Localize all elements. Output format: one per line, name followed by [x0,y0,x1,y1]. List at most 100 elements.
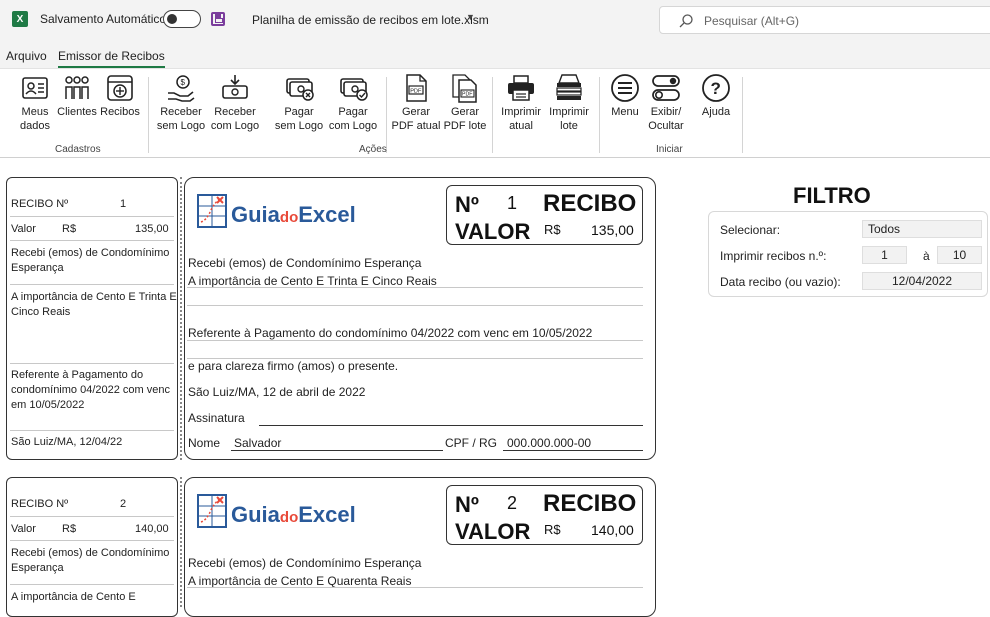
group-label-iniciar: Iniciar [656,144,683,155]
signature-line [259,425,643,426]
group-label-cadastros: Cadastros [55,144,101,155]
pay-money-icon [286,78,314,101]
tab-emissor-de-recibos[interactable]: Emissor de Recibos [58,49,165,68]
group-label-acoes: Ações [359,144,387,155]
stub-recebi-line2: Esperança [11,562,64,574]
referente-text: Referente à Pagamento do condomínimo 04/… [188,326,593,340]
stub-numero: 2 [120,498,127,510]
receber-com-logo-button[interactable]: Receber com Logo [208,73,262,133]
valor-amount: 140,00 [591,522,634,538]
stub-importancia-line1: A importância de Cento E [11,591,136,603]
stub-valor: 135,00 [135,223,169,235]
guia-do-excel-logo: GuiadoExcel [197,190,387,238]
exibir-ocultar-button[interactable]: Exibir/ Ocultar [646,73,686,133]
toggle-icon [652,75,680,101]
selecionar-label: Selecionar: [720,223,781,237]
menu-label: Menu [611,106,639,118]
gerar-pdf-atual-button[interactable]: PDF Gerar PDF atual [390,73,442,133]
gerar-pdf-lote-button[interactable]: PDF Gerar PDF lote [442,73,488,133]
people-icon [65,76,89,99]
pdf-icon: PDF [406,74,427,102]
logo-text-excel: Excel [298,202,356,227]
menu-icon [611,74,639,102]
imprimir-label: Imprimir recibos n.º: [720,249,827,263]
ajuda-button[interactable]: ? Ajuda [696,73,736,119]
receipt-number: 2 [507,493,518,513]
meus-dados-button[interactable]: Meus dados [14,73,56,133]
stub-recebi-line1: Recebi (emos) de Condomínimo [11,247,170,259]
menu-button[interactable]: Menu [604,73,646,119]
stub-local-data: São Luiz/MA, 12/04/22 [11,436,123,448]
search-box[interactable]: Pesquisar (Alt+G) [659,6,990,34]
clareza-text: e para clareza firmo (amos) o presente. [188,359,399,373]
clientes-button[interactable]: Clientes [56,73,98,119]
cpf-label: CPF / RG [445,436,498,450]
stub-importancia-line2: Cinco Reais [11,306,71,318]
gerar-pdf-lote-label: Gerar PDF lote [443,106,487,132]
receipt-title: RECIBO [543,490,637,517]
num-label: Nº [455,192,479,217]
stub-recibo-label: RECIBO Nº [11,198,69,210]
cpf-value: 000.000.000-00 [507,436,592,450]
chevron-down-icon[interactable]: ▼ [466,12,475,22]
stub-valor-label: Valor [11,223,36,235]
group-separator [599,77,600,153]
stub-numero: 1 [120,198,127,210]
receive-money-icon: $ [168,75,195,102]
importancia-text: A importância de Cento E Quarenta Reais [188,574,412,588]
valor-currency: R$ [544,222,561,237]
pagar-sem-logo-button[interactable]: Pagar sem Logo [272,73,326,133]
imprimir-to-field[interactable]: 10 [937,246,982,264]
receipt-number-box: Nº 2 RECIBO VALOR R$ 140,00 [446,485,643,545]
svg-text:$: $ [181,78,186,87]
imprimir-lote-label: Imprimir lote [549,106,589,132]
exibir-ocultar-label: Exibir/ Ocultar [648,106,684,132]
assinatura-label: Assinatura [188,411,245,425]
recibos-button[interactable]: Recibos [98,73,142,119]
receipt-number: 1 [507,193,518,213]
receber-sem-logo-button[interactable]: $ Receber sem Logo [154,73,208,133]
imprimir-lote-button[interactable]: Imprimir lote [546,73,592,133]
valor-currency: R$ [544,522,561,537]
stub-valor: 140,00 [135,523,169,535]
user-card-icon [22,77,48,99]
receipt-main: GuiadoExcel Nº 2 RECIBO VALOR R$ 140,00 … [184,477,656,617]
nome-label: Nome [188,436,221,450]
logo-grid-icon [197,194,227,228]
receipt-title: RECIBO [543,190,637,217]
group-separator [148,77,149,153]
pagar-com-logo-label: Pagar com Logo [328,106,378,132]
valor-amount: 135,00 [591,222,634,238]
cut-line [180,477,182,607]
stub-referente-line3: em 10/05/2022 [11,399,85,411]
data-recibo-field[interactable]: 12/04/2022 [862,272,982,290]
importancia-text: A importância de Cento E Trinta E Cinco … [188,274,437,288]
ribbon: Meus dados Clientes Recibos Cadastros $ … [0,68,990,158]
stub-currency: R$ [62,523,77,535]
selecionar-field[interactable]: Todos [862,220,982,238]
pagar-com-logo-button[interactable]: Pagar com Logo [326,73,380,133]
stub-referente-line2: condomínimo 04/2022 com venc [11,384,170,396]
filtro-title: FILTRO [793,183,871,208]
autosave-toggle[interactable] [163,10,201,28]
receber-com-logo-label: Receber com Logo [210,106,260,132]
excel-icon: X [12,11,28,27]
stub-currency: R$ [62,223,77,235]
receber-sem-logo-label: Receber sem Logo [156,106,206,132]
pay-money-logo-icon [340,78,368,101]
recebi-text: Recebi (emos) de Condomínimo Esperança [188,256,422,270]
imprimir-from-field[interactable]: 1 [862,246,907,264]
gerar-pdf-atual-label: Gerar PDF atual [391,106,441,132]
title-bar: X Salvamento Automático Planilha de emis… [0,0,990,40]
svg-text:PDF: PDF [462,92,472,98]
logo-text-excel: Excel [298,502,356,527]
file-name[interactable]: Planilha de emissão de recibos em lote.x… [252,13,489,27]
save-icon[interactable] [211,12,225,26]
imprimir-atual-button[interactable]: Imprimir atual [496,73,546,133]
clientes-label: Clientes [57,106,97,118]
ajuda-label: Ajuda [701,106,731,118]
recibos-label: Recibos [100,106,140,118]
valor-label: VALOR [455,519,531,544]
tab-arquivo[interactable]: Arquivo [6,49,47,63]
receipt-register-icon [107,75,133,101]
